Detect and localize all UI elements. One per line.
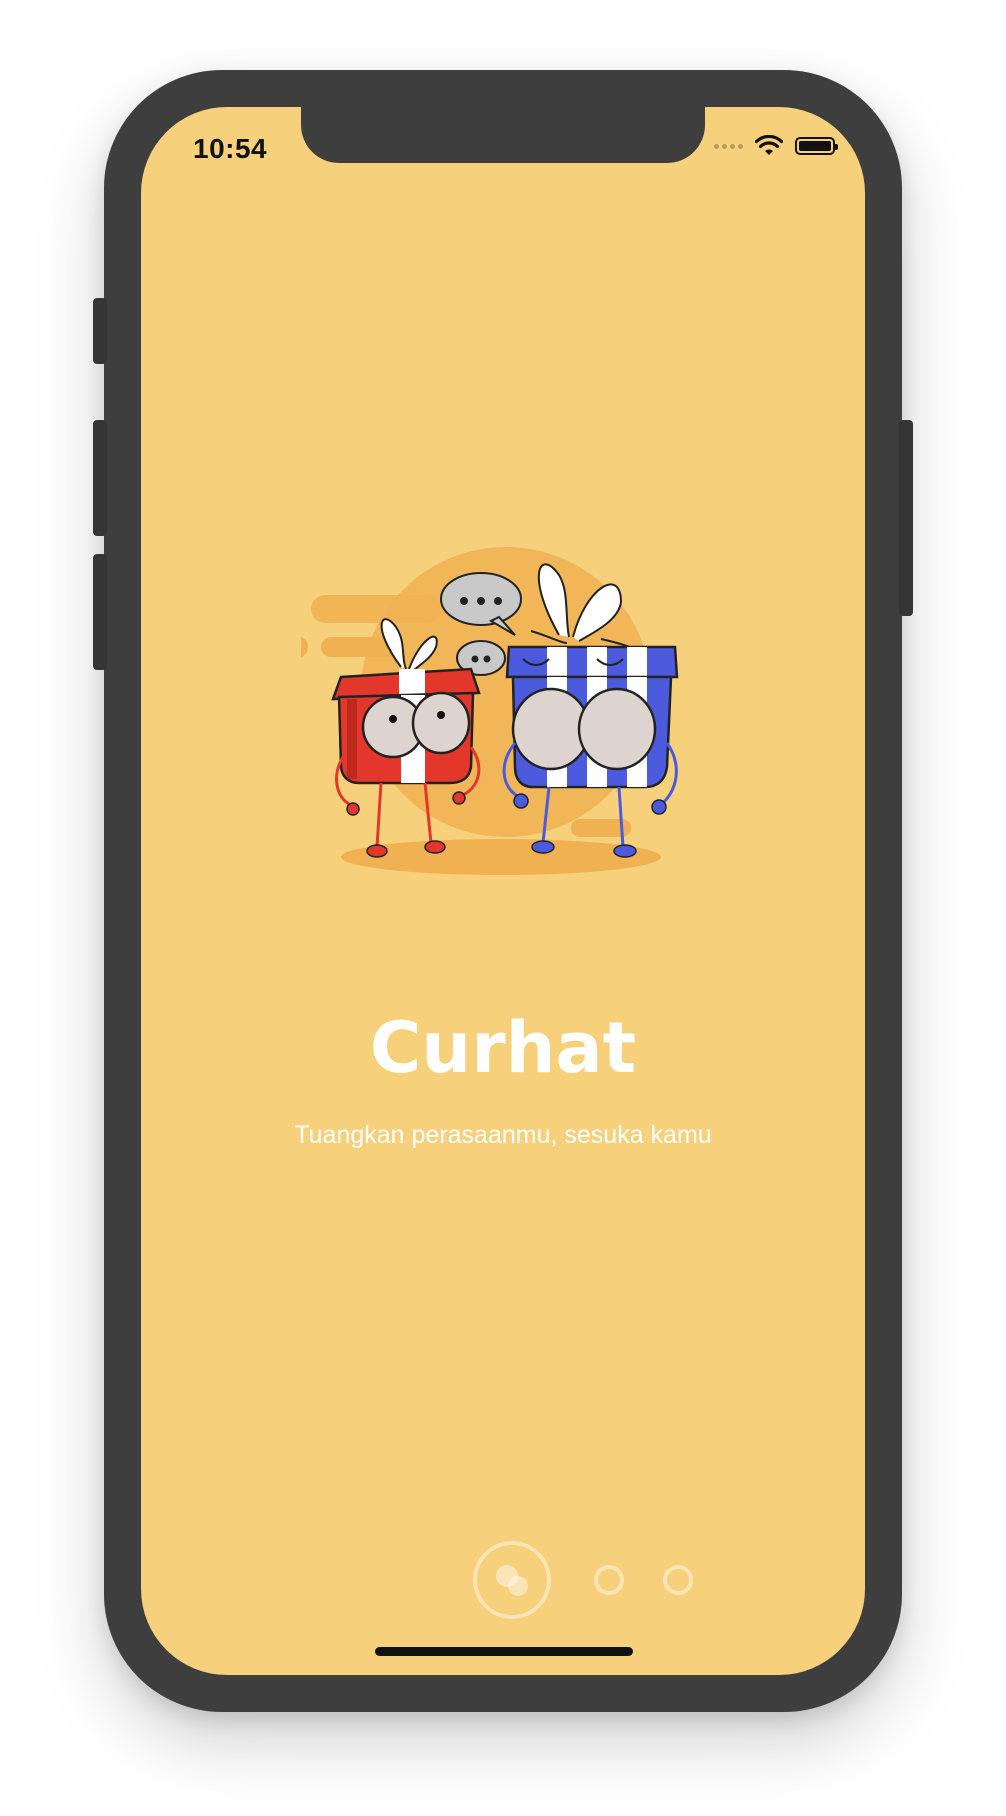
battery-icon: [795, 137, 838, 155]
volume-down-button: [93, 554, 107, 670]
onboarding-title: Curhat: [369, 1007, 637, 1089]
page-indicator-dot-3[interactable]: [663, 1565, 693, 1595]
onboarding-subtitle: Tuangkan perasaanmu, sesuka kamu: [294, 1121, 712, 1149]
power-button: [899, 420, 913, 616]
notch: [301, 107, 705, 163]
chat-bubbles-icon: [496, 1565, 528, 1596]
page-indicator-active[interactable]: [473, 1541, 551, 1619]
mute-switch: [93, 298, 107, 364]
volume-up-button: [93, 420, 107, 536]
signal-dots-icon: [714, 143, 743, 149]
home-indicator[interactable]: [375, 1647, 633, 1656]
screen: 10:54 Curhat Tuangkan perasaanmu, sesuka…: [141, 107, 865, 1675]
page-indicator-dot-2[interactable]: [594, 1565, 624, 1595]
status-icons: [714, 135, 838, 157]
status-time: 10:54: [193, 133, 268, 164]
page-indicator: [141, 1541, 865, 1641]
gift-boxes-illustration: [301, 547, 679, 875]
wifi-icon: [755, 135, 783, 155]
stage: 10:54 Curhat Tuangkan perasaanmu, sesuka…: [0, 0, 1006, 1816]
